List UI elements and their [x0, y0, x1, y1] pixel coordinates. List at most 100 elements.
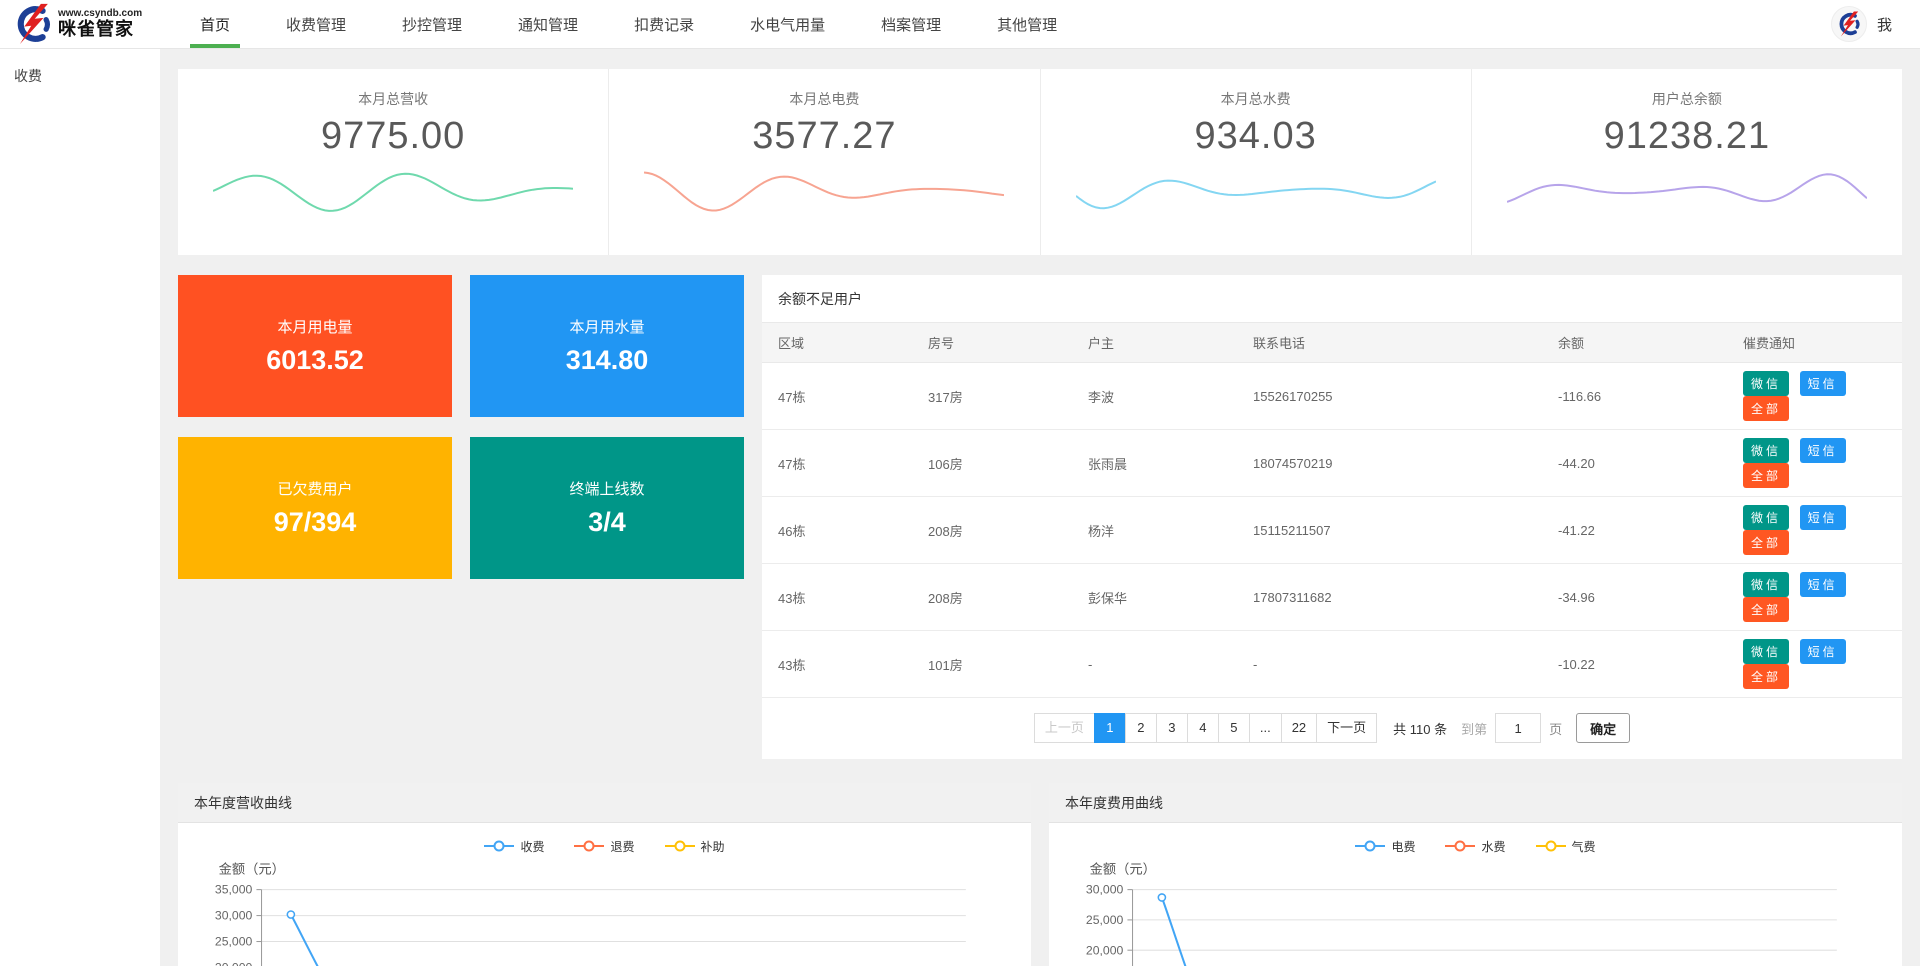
- tile-label: 本月用电量: [277, 316, 352, 337]
- pagination-page-5[interactable]: 5: [1218, 713, 1250, 743]
- avatar-lightning-icon: [1836, 11, 1862, 37]
- annual-revenue-chart: 收费 退费 补助金额（元）05,00010,00015,00020,00025,00…: [178, 823, 1031, 966]
- legend-item[interactable]: 电费: [1355, 838, 1415, 855]
- pagination-ellipsis[interactable]: ...: [1249, 713, 1282, 743]
- legend-item[interactable]: 气费: [1536, 838, 1596, 855]
- nav-item-other[interactable]: 其他管理: [969, 0, 1085, 48]
- cell-owner: 李波: [1072, 363, 1237, 430]
- chart-legend: 电费 水费 气费: [1057, 833, 1894, 859]
- all-notify-button[interactable]: 全部: [1743, 463, 1789, 488]
- all-notify-button[interactable]: 全部: [1743, 396, 1789, 421]
- col-balance: 余额: [1542, 323, 1727, 363]
- stat-label: 用户总余额: [1472, 89, 1902, 109]
- pagination-page-2[interactable]: 2: [1125, 713, 1157, 743]
- table-title: 余额不足用户: [762, 275, 1902, 322]
- legend-label: 退费: [610, 838, 634, 855]
- legend-item[interactable]: 补助: [665, 838, 725, 855]
- all-notify-button[interactable]: 全部: [1743, 664, 1789, 689]
- pagination-page-1[interactable]: 1: [1094, 713, 1126, 743]
- tile-label: 已欠费用户: [277, 478, 352, 499]
- stat-value: 9775.00: [178, 115, 608, 158]
- stat-card-monthly-electricity-fee: 本月总电费 3577.27: [608, 69, 1039, 255]
- table-row: 43栋 101房 - - -10.22 微信 短信 全部: [762, 631, 1902, 698]
- annual-revenue-chart-panel: 本年度营收曲线 收费退费补助金额（元）05,00010,00015,00020,…: [178, 783, 1031, 966]
- nav-item-home[interactable]: 首页: [172, 0, 258, 48]
- wechat-notify-button[interactable]: 微信: [1743, 371, 1789, 396]
- cell-room: 317房: [912, 363, 1072, 430]
- balance-sparkline: [1507, 160, 1867, 222]
- user-menu-label[interactable]: 我: [1877, 14, 1892, 35]
- pagination-goto-input[interactable]: [1495, 713, 1541, 743]
- col-owner: 户主: [1072, 323, 1237, 363]
- cell-room: 101房: [912, 631, 1072, 698]
- revenue-sparkline: [213, 160, 573, 222]
- line-chart-plot: 金额（元）05,00010,00015,00020,00025,00030,00…: [186, 859, 1023, 966]
- pagination-confirm-button[interactable]: 确定: [1576, 713, 1630, 743]
- cell-owner: -: [1072, 631, 1237, 698]
- sidebar-item-charging[interactable]: 收费: [0, 49, 160, 103]
- all-notify-button[interactable]: 全部: [1743, 597, 1789, 622]
- stat-label: 本月总电费: [609, 89, 1039, 109]
- sms-notify-button[interactable]: 短信: [1800, 639, 1846, 664]
- svg-text:金额（元）: 金额（元）: [1090, 861, 1156, 876]
- cell-phone: 17807311682: [1237, 564, 1542, 631]
- user-avatar[interactable]: [1831, 6, 1867, 42]
- electricity-fee-sparkline: [644, 160, 1004, 222]
- low-balance-users-table: 区域 房号 户主 联系电话 余额 催费通知 47栋 317房 李波: [762, 322, 1902, 698]
- sms-notify-button[interactable]: 短信: [1800, 371, 1846, 396]
- tile-value: 314.80: [566, 345, 649, 376]
- svg-text:30,000: 30,000: [215, 909, 253, 923]
- table-header-row: 区域 房号 户主 联系电话 余额 催费通知: [762, 323, 1902, 363]
- sms-notify-button[interactable]: 短信: [1800, 572, 1846, 597]
- cell-balance: -44.20: [1542, 430, 1727, 497]
- all-notify-button[interactable]: 全部: [1743, 530, 1789, 555]
- legend-label: 气费: [1572, 838, 1596, 855]
- sms-notify-button[interactable]: 短信: [1800, 438, 1846, 463]
- wechat-notify-button[interactable]: 微信: [1743, 572, 1789, 597]
- pagination-prev-button[interactable]: 上一页: [1034, 713, 1095, 743]
- cell-balance: -34.96: [1542, 564, 1727, 631]
- lightning-logo-icon: [12, 3, 54, 45]
- tile-overdue-users: 已欠费用户 97/394: [178, 437, 452, 579]
- stat-card-user-total-balance: 用户总余额 91238.21: [1471, 69, 1902, 255]
- stat-label: 本月总营收: [178, 89, 608, 109]
- cell-phone: 15115211507: [1237, 497, 1542, 564]
- legend-item[interactable]: 水费: [1445, 838, 1505, 855]
- cell-owner: 张雨晨: [1072, 430, 1237, 497]
- cell-room: 208房: [912, 497, 1072, 564]
- nav-item-billing[interactable]: 收费管理: [258, 0, 374, 48]
- cell-room: 208房: [912, 564, 1072, 631]
- legend-item[interactable]: 收费: [484, 838, 544, 855]
- main-content: 本月总营收 9775.00 本月总电费 3577.27 本月总水费 934.03…: [160, 49, 1920, 966]
- pagination-page-4[interactable]: 4: [1187, 713, 1219, 743]
- sms-notify-button[interactable]: 短信: [1800, 505, 1846, 530]
- pagination-next-button[interactable]: 下一页: [1316, 713, 1377, 743]
- legend-label: 电费: [1391, 838, 1415, 855]
- nav-item-archives[interactable]: 档案管理: [853, 0, 969, 48]
- table-row: 43栋 208房 彭保华 17807311682 -34.96 微信 短信 全部: [762, 564, 1902, 631]
- pagination-goto-label: 到第: [1461, 719, 1487, 738]
- legend-item[interactable]: 退费: [574, 838, 634, 855]
- main-nav: 首页 收费管理 抄控管理 通知管理 扣费记录 水电气用量 档案管理 其他管理: [172, 0, 1085, 48]
- cell-balance: -116.66: [1542, 363, 1727, 430]
- legend-marker-icon: [1536, 840, 1566, 852]
- tile-label: 本月用水量: [569, 316, 644, 337]
- legend-label: 水费: [1481, 838, 1505, 855]
- cell-phone: 15526170255: [1237, 363, 1542, 430]
- stat-card-monthly-water-fee: 本月总水费 934.03: [1040, 69, 1471, 255]
- wechat-notify-button[interactable]: 微信: [1743, 639, 1789, 664]
- legend-marker-icon: [665, 840, 695, 852]
- tile-value: 6013.52: [266, 345, 364, 376]
- nav-item-utility-usage[interactable]: 水电气用量: [722, 0, 853, 48]
- cell-area: 47栋: [762, 363, 912, 430]
- cell-phone: 18074570219: [1237, 430, 1542, 497]
- cell-room: 106房: [912, 430, 1072, 497]
- nav-item-deduction-records[interactable]: 扣费记录: [606, 0, 722, 48]
- pagination-page-22[interactable]: 22: [1281, 713, 1317, 743]
- wechat-notify-button[interactable]: 微信: [1743, 505, 1789, 530]
- wechat-notify-button[interactable]: 微信: [1743, 438, 1789, 463]
- pagination-page-3[interactable]: 3: [1156, 713, 1188, 743]
- nav-item-meter-control[interactable]: 抄控管理: [374, 0, 490, 48]
- stat-label: 本月总水费: [1041, 89, 1471, 109]
- nav-item-notification[interactable]: 通知管理: [490, 0, 606, 48]
